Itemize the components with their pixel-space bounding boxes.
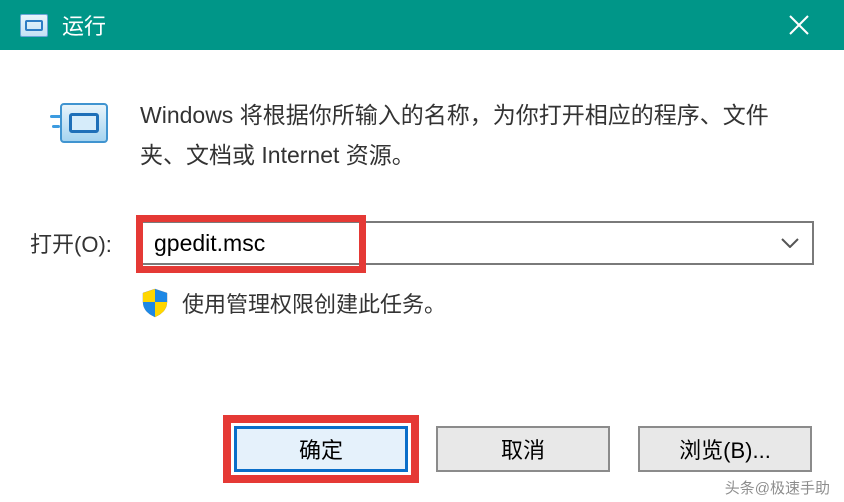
ok-button-label: 确定 (299, 433, 343, 465)
close-icon (788, 14, 810, 36)
button-bar: 确定 取消 浏览(B)... (234, 426, 812, 472)
titlebar: 运行 (0, 0, 844, 50)
admin-note-text: 使用管理权限创建此任务。 (182, 287, 446, 319)
chevron-down-icon (781, 238, 799, 248)
browse-button[interactable]: 浏览(B)... (638, 426, 812, 472)
cancel-button-label: 取消 (501, 433, 545, 465)
watermark: 头条@极速手助 (725, 477, 830, 498)
description-row: Windows 将根据你所输入的名称，为你打开相应的程序、文件夹、文档或 Int… (30, 95, 814, 175)
run-icon (50, 97, 112, 149)
open-combobox[interactable] (140, 221, 814, 265)
run-dialog-icon (20, 14, 48, 37)
cancel-button[interactable]: 取消 (436, 426, 610, 472)
uac-shield-icon (142, 288, 168, 318)
dropdown-arrow[interactable] (768, 223, 812, 263)
open-input[interactable] (142, 223, 768, 263)
description-text: Windows 将根据你所输入的名称，为你打开相应的程序、文件夹、文档或 Int… (140, 95, 814, 175)
browse-button-label: 浏览(B)... (679, 433, 771, 465)
ok-button[interactable]: 确定 (234, 426, 408, 472)
admin-note-row: 使用管理权限创建此任务。 (30, 287, 814, 319)
close-button[interactable] (774, 0, 824, 50)
window-title: 运行 (62, 9, 106, 41)
dialog-content: Windows 将根据你所输入的名称，为你打开相应的程序、文件夹、文档或 Int… (0, 50, 844, 319)
open-label: 打开(O): (30, 227, 130, 259)
open-row: 打开(O): (30, 221, 814, 265)
